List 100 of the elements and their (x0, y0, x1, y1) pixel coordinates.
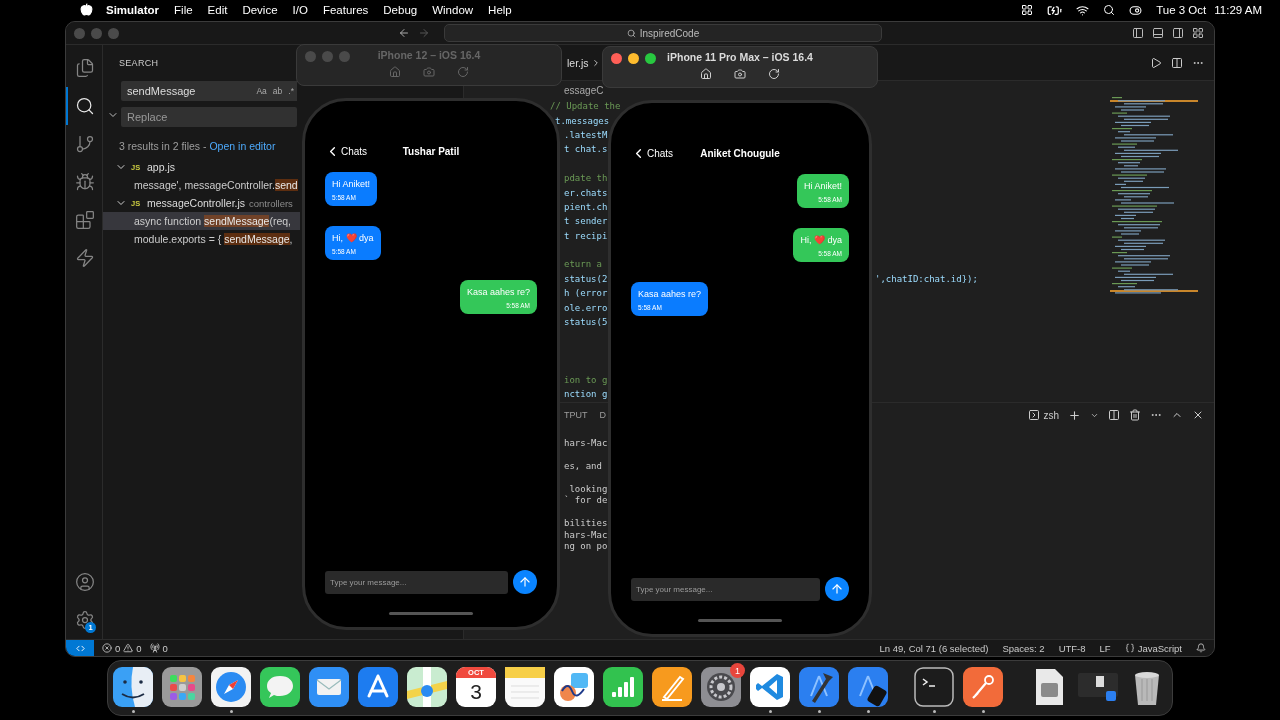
match-result[interactable]: async function sendMessage(req, (103, 212, 300, 230)
a-shape-icon[interactable] (358, 667, 398, 707)
breadcrumb[interactable]: essageC (564, 84, 604, 96)
panel-bottom-icon[interactable] (1152, 27, 1164, 39)
status-item[interactable]: UTF-8 (1058, 642, 1086, 654)
panel-right-icon[interactable] (1172, 27, 1184, 39)
menu-item[interactable]: Window (432, 4, 474, 16)
code-line: status(2 (564, 273, 608, 284)
toggle-icon[interactable] (1129, 3, 1143, 17)
menu-item[interactable]: Features (322, 4, 369, 16)
command-center[interactable]: InspiredCode (444, 24, 882, 42)
plus-icon[interactable] (1068, 408, 1081, 422)
match-result[interactable]: message', messageController.send (103, 176, 300, 194)
split-icon[interactable] (1108, 409, 1120, 421)
notepad-icon[interactable] (505, 667, 545, 707)
menu-item[interactable]: I/O (292, 4, 308, 16)
speech-bubble-icon[interactable] (260, 667, 300, 707)
message-text: Kasa aahes re? (638, 289, 702, 299)
close-icon[interactable] (1192, 409, 1204, 421)
whiteboard-icon[interactable] (554, 667, 594, 707)
window-control-button[interactable] (611, 53, 622, 64)
app-grid-icon[interactable] (162, 667, 202, 707)
send-button[interactable] (513, 570, 537, 594)
layout-icon[interactable] (1192, 27, 1204, 39)
open-in-editor-link[interactable]: Open in editor (209, 140, 276, 152)
compass-icon[interactable] (211, 667, 251, 707)
search-option[interactable]: Aa (253, 81, 270, 101)
menu-item[interactable]: Debug (383, 4, 418, 16)
status-item[interactable]: Spaces: 2 (1002, 642, 1045, 654)
terminal-selector[interactable]: zsh (1028, 409, 1059, 421)
envelope-icon[interactable] (309, 667, 349, 707)
menu-date[interactable]: Tue 3 Oct (1156, 4, 1207, 16)
lightning-icon (75, 248, 95, 268)
message-text: Hi Aniket! (332, 179, 371, 189)
window-control-button[interactable] (645, 53, 656, 64)
pen-nib-icon[interactable] (963, 667, 1003, 707)
code-comment: ion to g (564, 374, 608, 385)
send-button[interactable] (825, 577, 849, 601)
hammer-icon[interactable] (799, 667, 839, 707)
warning-icon (123, 643, 134, 653)
problems-status[interactable]: 0 0 (102, 642, 142, 654)
code-line: t chat.s (564, 144, 608, 155)
run-icon[interactable] (1150, 56, 1162, 69)
menu-item[interactable]: Help (488, 4, 512, 16)
search-icon (75, 96, 95, 116)
contact-name: Aniket Chougule (700, 147, 780, 159)
status-item[interactable]: Ln 49, Col 71 (6 selected) (879, 642, 989, 654)
message-input[interactable]: Type your message... (325, 570, 508, 594)
code-comment: pdate th (564, 173, 608, 184)
menu-item[interactable]: Edit (207, 4, 228, 16)
code-line: status(5 (564, 317, 608, 328)
message-text: Kasa aahes re? (466, 287, 530, 297)
search-option[interactable]: .* (285, 81, 297, 101)
search-icon[interactable] (1103, 4, 1116, 16)
code-line: t sender (564, 216, 608, 227)
remote-button[interactable] (66, 640, 94, 656)
menu-time[interactable]: 11:29 AM (1214, 4, 1262, 16)
settings-icon[interactable] (75, 610, 95, 630)
results-summary: 3 results in 2 files - (119, 140, 208, 152)
gear-icon[interactable] (701, 667, 741, 707)
account-icon[interactable] (75, 572, 95, 592)
antenna-icon (149, 643, 160, 653)
replace-field[interactable]: Replace (121, 107, 297, 127)
code-editor-icon[interactable] (750, 667, 790, 707)
bell-icon[interactable] (1196, 643, 1206, 653)
map-icon[interactable] (407, 667, 447, 707)
apple-icon[interactable] (80, 3, 93, 16)
code-line: .latestM (564, 129, 608, 140)
search-icon (626, 28, 636, 38)
back-link[interactable]: Chats (325, 143, 368, 159)
message-input[interactable]: Type your message... (631, 577, 820, 601)
status-item[interactable]: LF (1099, 642, 1111, 654)
error-icon (102, 643, 112, 653)
bar-chart-icon[interactable] (603, 667, 643, 707)
editor-tab[interactable]: ler.js (567, 56, 601, 69)
panel-tab[interactable]: D (599, 410, 606, 420)
trash-icon[interactable] (1129, 409, 1141, 421)
window-control-button[interactable] (628, 53, 639, 64)
match-result[interactable]: module.exports = { sendMessage, (103, 230, 300, 248)
panel-tab[interactable]: TPUT (564, 410, 588, 420)
menu-item[interactable]: Simulator (106, 4, 160, 16)
back-arrow-icon[interactable] (398, 27, 410, 39)
code-line: er.chats (564, 187, 608, 198)
menu-item[interactable]: Device (242, 4, 278, 16)
search-field[interactable]: sendMessage (121, 81, 254, 101)
panel-left-icon[interactable] (1132, 27, 1144, 39)
menu-item[interactable]: File (174, 4, 193, 16)
ports-status[interactable]: 0 (149, 642, 168, 654)
code-line: ole.erro (564, 302, 608, 313)
terminal-icon[interactable] (914, 667, 954, 707)
files-icon (75, 58, 95, 78)
language-status[interactable]: JavaScript (1124, 642, 1182, 654)
code-line: h (error (564, 288, 608, 299)
face-icon[interactable] (113, 667, 153, 707)
wifi-icon[interactable] (1076, 3, 1090, 17)
back-link[interactable]: Chats (631, 145, 674, 161)
notification-badge: 1 (730, 663, 745, 678)
message-text: Hi, ❤ dya (332, 233, 374, 243)
pen-icon[interactable] (652, 667, 692, 707)
split-editor-icon[interactable] (1171, 56, 1183, 69)
